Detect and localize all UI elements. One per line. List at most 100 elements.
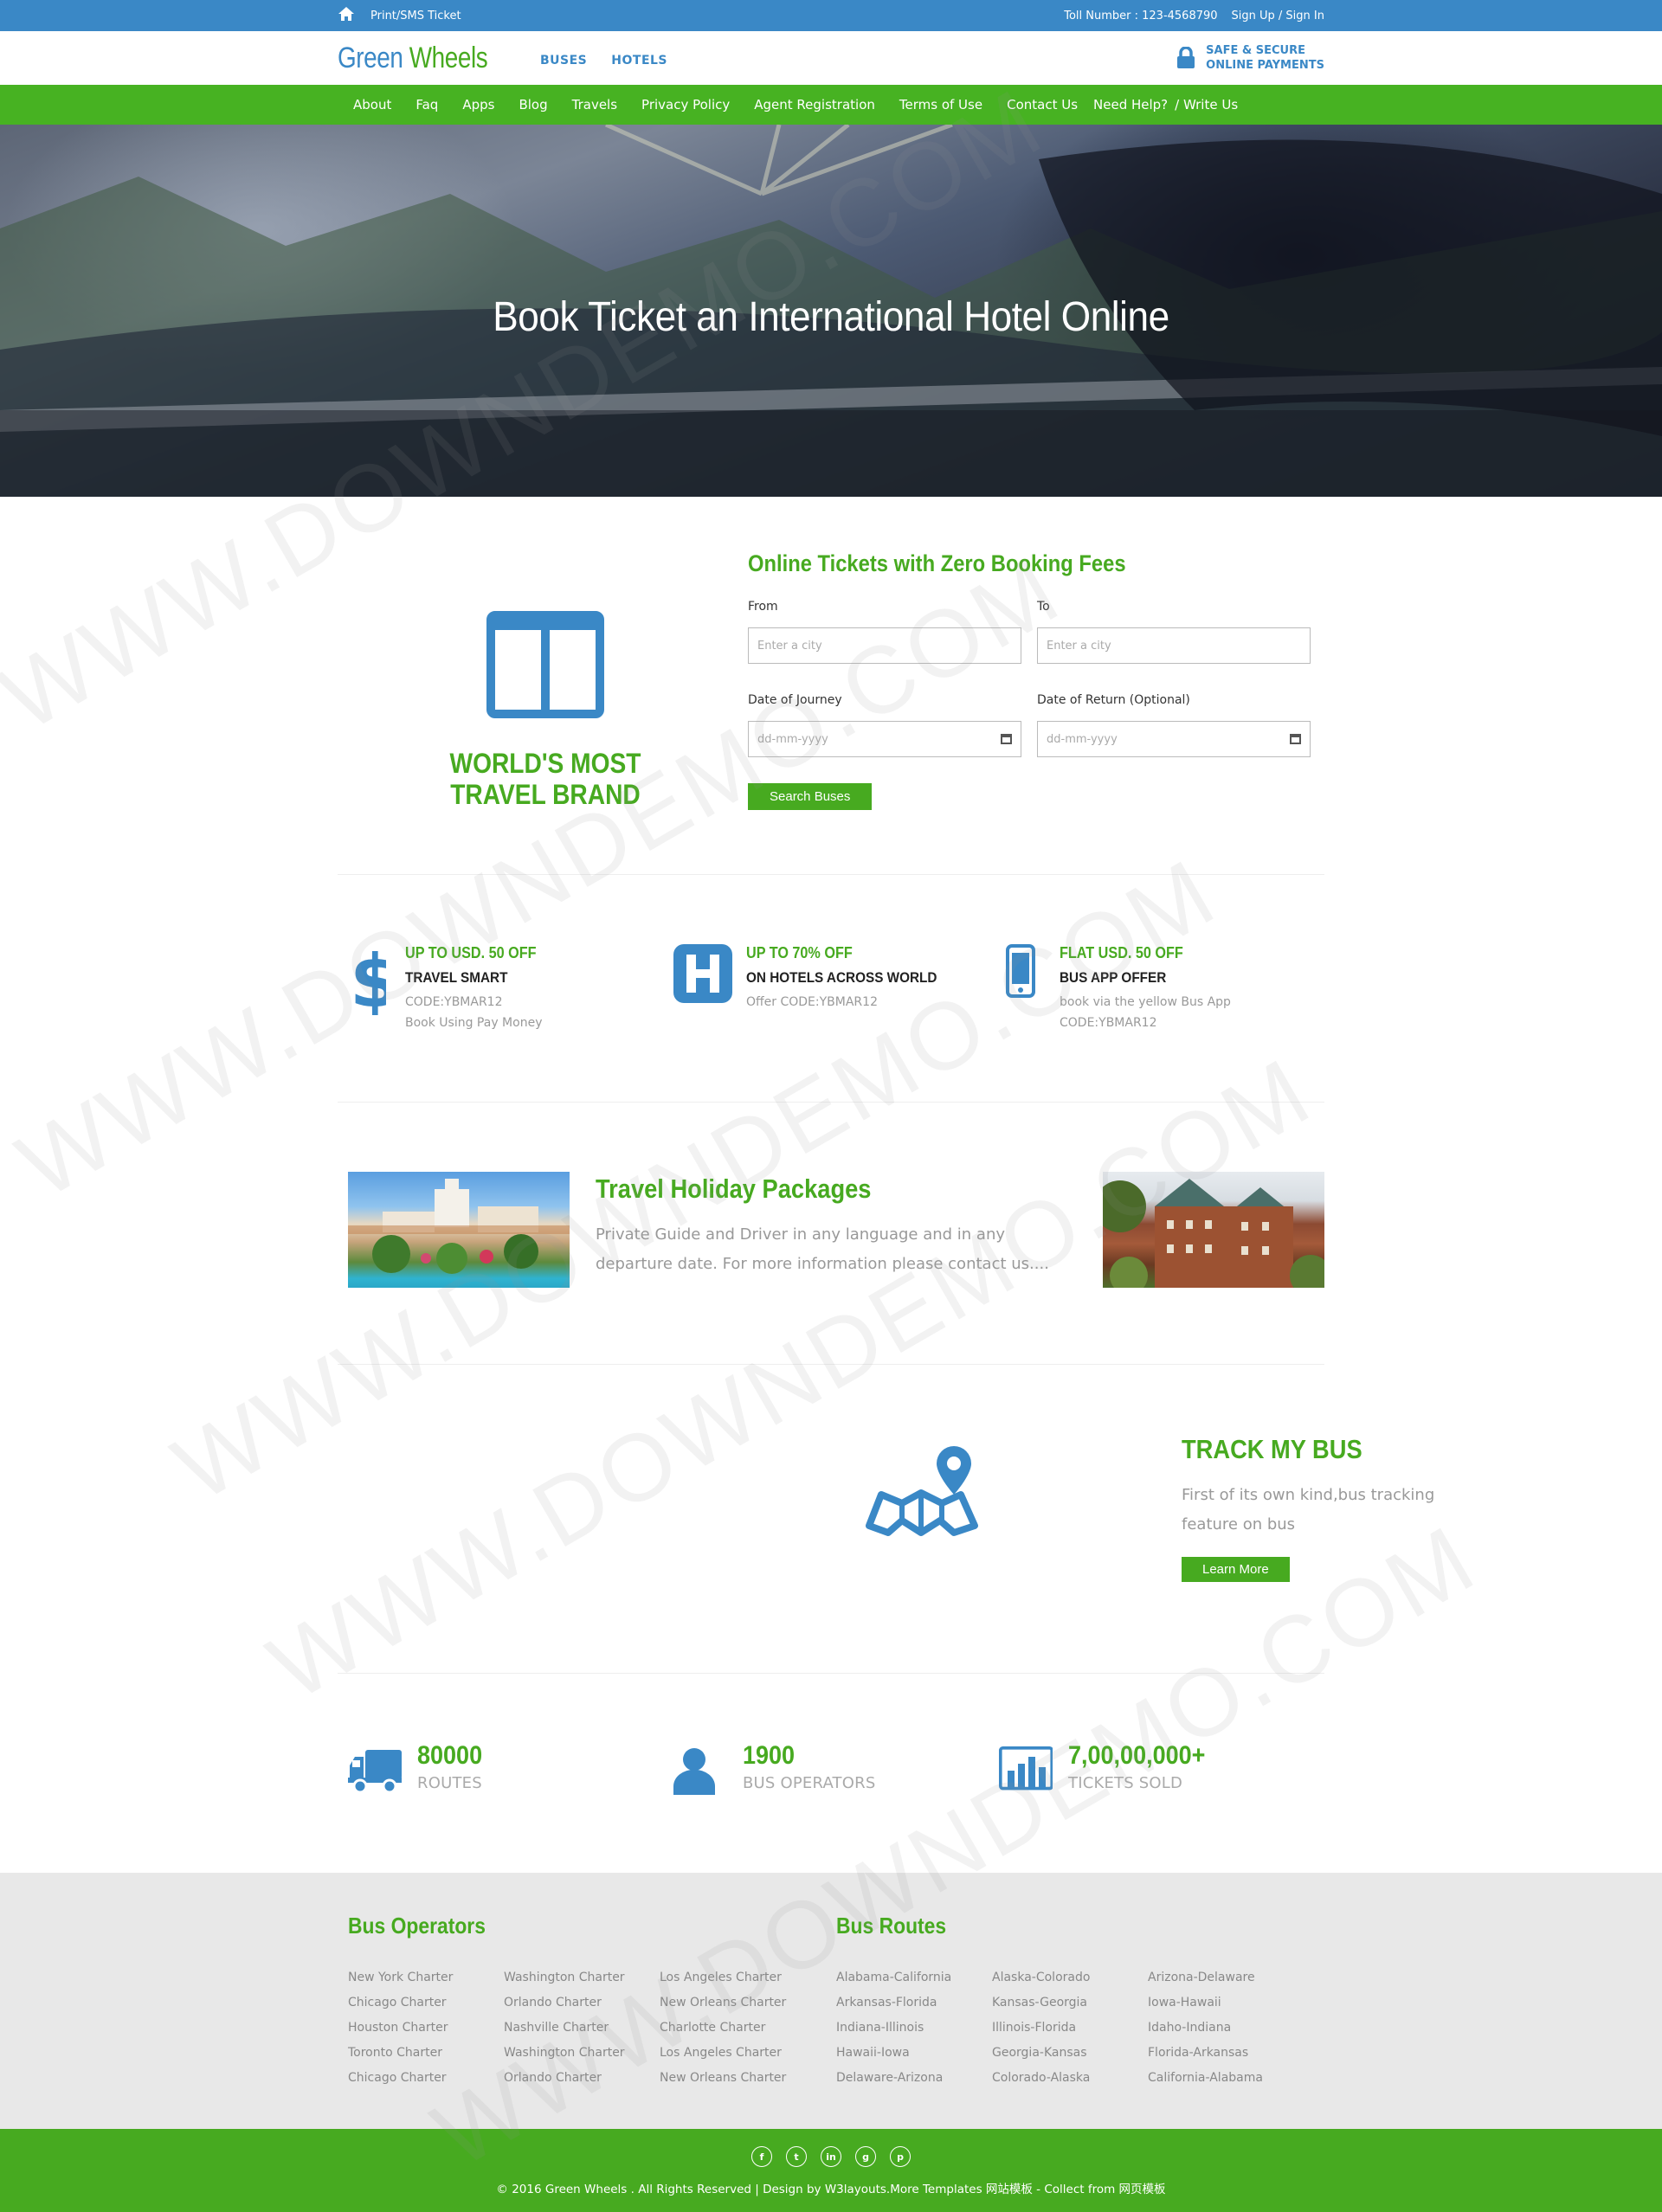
operator-link[interactable]: Orlando Charter (504, 2066, 660, 2091)
nav-buses[interactable]: BUSES (540, 54, 587, 68)
offers-section: $ UP TO USD. 50 OFF TRAVEL SMART CODE:YB… (0, 875, 1662, 1102)
secondary-nav: About Faq Apps Blog Travels Privacy Poli… (0, 85, 1662, 125)
route-link[interactable]: Kansas-Georgia (992, 1990, 1148, 2016)
offer-code: Offer CODE:YBMAR12 (746, 995, 878, 1009)
nav-hotels[interactable]: HOTELS (611, 54, 667, 68)
offer-code: CODE:YBMAR12 (1060, 1016, 1157, 1030)
operator-link[interactable]: Los Angeles Charter (660, 2041, 815, 2066)
nav-faq[interactable]: Faq (416, 97, 438, 113)
operator-link[interactable]: Washington Charter (504, 1965, 660, 1990)
from-placeholder: Enter a city (757, 639, 822, 653)
bus-operators: Bus Operators New York Charter Chicago C… (348, 1913, 836, 2091)
route-link[interactable]: Delaware-Arizona (836, 2066, 992, 2091)
offer-item[interactable]: FLAT USD. 50 OFF BUS APP OFFER book via … (999, 944, 1324, 1033)
operator-link[interactable]: Chicago Charter (348, 1990, 504, 2016)
operator-link[interactable]: Chicago Charter (348, 2066, 504, 2091)
route-link[interactable]: Illinois-Florida (992, 2016, 1148, 2041)
stat-number: 1900 (743, 1741, 796, 1770)
facebook-icon[interactable]: f (751, 2146, 772, 2167)
route-link[interactable]: Florida-Arkansas (1148, 2041, 1304, 2066)
packages-text: Travel Holiday Packages Private Guide an… (596, 1172, 1063, 1288)
main-nav: BUSES HOTELS (540, 54, 667, 68)
stat-label: BUS OPERATORS (743, 1774, 876, 1792)
packages-title[interactable]: Travel Holiday Packages (596, 1174, 1007, 1205)
return-date-input[interactable]: dd-mm-yyyy (1037, 721, 1311, 757)
route-link[interactable]: Colorado-Alaska (992, 2066, 1148, 2091)
operator-link[interactable]: Toronto Charter (348, 2041, 504, 2066)
nav-blog[interactable]: Blog (519, 97, 547, 113)
return-date-placeholder: dd-mm-yyyy (1047, 732, 1118, 746)
route-link[interactable]: Alabama-California (836, 1965, 992, 1990)
nav-apps[interactable]: Apps (462, 97, 494, 113)
copyright: © 2016 Green Wheels . All Rights Reserve… (496, 2183, 1166, 2196)
linkedin-icon[interactable]: in (821, 2146, 841, 2167)
operator-link[interactable]: Washington Charter (504, 2041, 660, 2066)
lock-icon (1177, 47, 1195, 68)
operator-link[interactable]: New Orleans Charter (660, 2066, 815, 2091)
logo-text-b: Wheels (409, 41, 488, 74)
secure-line-2: ONLINE PAYMENTS (1206, 59, 1324, 72)
stat-label: ROUTES (417, 1774, 482, 1792)
sign-in-link[interactable]: Sign Up / Sign In (1232, 10, 1324, 23)
learn-more-button[interactable]: Learn More (1182, 1557, 1290, 1582)
journey-date-input[interactable]: dd-mm-yyyy (748, 721, 1021, 757)
nav-about[interactable]: About (353, 97, 391, 113)
offer-title: UP TO 70% OFF (746, 944, 853, 961)
route-link[interactable]: Idaho-Indiana (1148, 2016, 1304, 2041)
home-icon[interactable] (338, 6, 355, 25)
from-input[interactable]: Enter a city (748, 627, 1021, 664)
route-link[interactable]: California-Alabama (1148, 2066, 1304, 2091)
operator-link[interactable]: Orlando Charter (504, 1990, 660, 2016)
route-link[interactable]: Arkansas-Florida (836, 1990, 992, 2016)
stat-number: 7,00,00,000+ (1068, 1741, 1206, 1770)
search-buses-button[interactable]: Search Buses (748, 783, 873, 810)
operator-link[interactable]: Charlotte Charter (660, 2016, 815, 2041)
book-icon (486, 611, 604, 718)
nav-need-help[interactable]: Need Help? (1093, 97, 1168, 113)
footer-links: Bus Operators New York Charter Chicago C… (0, 1873, 1662, 2129)
track-section: TRACK MY BUS First of its own kind,bus t… (338, 1365, 1434, 1673)
bus-routes: Bus Routes Alabama-California Arkansas-F… (836, 1913, 1324, 2091)
twitter-icon[interactable]: t (786, 2146, 807, 2167)
calendar-icon[interactable] (1001, 734, 1012, 744)
bus-operators-title: Bus Operators (348, 1913, 486, 1939)
nav-travels[interactable]: Travels (572, 97, 617, 113)
operator-link[interactable]: Los Angeles Charter (660, 1965, 815, 1990)
route-link[interactable]: Georgia-Kansas (992, 2041, 1148, 2066)
offer-title: UP TO USD. 50 OFF (405, 944, 537, 961)
route-link[interactable]: Indiana-Illinois (836, 2016, 992, 2041)
booking-form: Online Tickets with Zero Booking Fees Fr… (748, 550, 1311, 810)
to-label: To (1037, 600, 1050, 614)
nav-contact-us[interactable]: Contact Us (1007, 97, 1078, 113)
booking-title: Online Tickets with Zero Booking Fees (748, 550, 1126, 576)
offer-item[interactable]: UP TO 70% OFF ON HOTELS ACROSS WORLD Off… (673, 944, 999, 1033)
footer-bottom: f t in g p © 2016 Green Wheels . All Rig… (0, 2129, 1662, 2212)
secure-line-1: SAFE & SECURE (1206, 44, 1305, 57)
operator-link[interactable]: New York Charter (348, 1965, 504, 1990)
route-link[interactable]: Arizona-Delaware (1148, 1965, 1304, 1990)
chateau-photo[interactable] (1103, 1172, 1324, 1288)
stat-item: 1900 BUS OPERATORS (673, 1741, 999, 1795)
operator-link[interactable]: Nashville Charter (504, 2016, 660, 2041)
google-plus-icon[interactable]: g (855, 2146, 876, 2167)
stat-item: 7,00,00,000+ TICKETS SOLD (999, 1741, 1324, 1795)
resort-photo[interactable] (348, 1172, 570, 1288)
route-link[interactable]: Alaska-Colorado (992, 1965, 1148, 1990)
nav-privacy-policy[interactable]: Privacy Policy (641, 97, 730, 113)
logo[interactable]: Green Wheels (338, 41, 488, 75)
offer-item[interactable]: $ UP TO USD. 50 OFF TRAVEL SMART CODE:YB… (348, 939, 673, 1033)
route-link[interactable]: Hawaii-Iowa (836, 2041, 992, 2066)
operator-link[interactable]: New Orleans Charter (660, 1990, 815, 2016)
nav-terms-of-use[interactable]: Terms of Use (899, 97, 982, 113)
operator-link[interactable]: Houston Charter (348, 2016, 504, 2041)
pinterest-icon[interactable]: p (890, 2146, 911, 2167)
hero-title: Book Ticket an International Hotel Onlin… (493, 294, 1169, 340)
print-sms-ticket-link[interactable]: Print/SMS Ticket (370, 10, 461, 23)
nav-write-us[interactable]: / Write Us (1175, 97, 1238, 113)
route-link[interactable]: Iowa-Hawaii (1148, 1990, 1304, 2016)
nav-agent-registration[interactable]: Agent Registration (754, 97, 875, 113)
toll-number: Toll Number : 123-4568790 (1064, 9, 1218, 23)
truck-icon (348, 1750, 402, 1794)
calendar-icon[interactable] (1290, 734, 1301, 744)
to-input[interactable]: Enter a city (1037, 627, 1311, 664)
